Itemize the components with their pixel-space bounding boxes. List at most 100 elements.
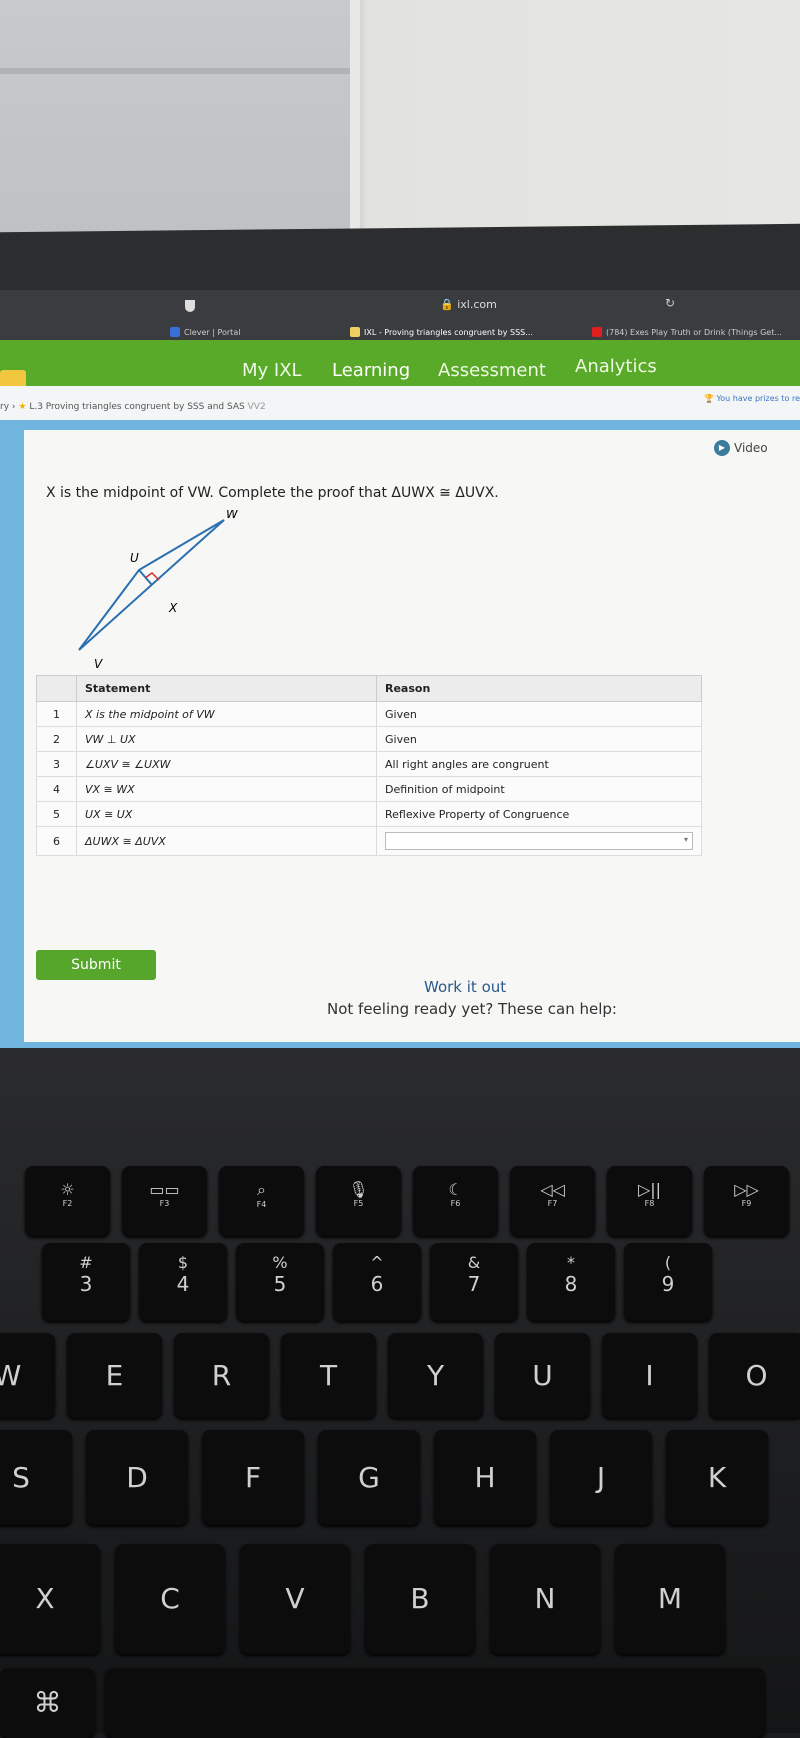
key-s[interactable]: S	[0, 1430, 72, 1525]
key-f4[interactable]: ⌕ F4	[219, 1166, 304, 1236]
clever-icon	[170, 327, 180, 337]
statement-text: VX ≅ WX	[85, 782, 135, 796]
statement-text: X is the midpoint of VW	[85, 707, 215, 721]
statement-text: ΔUWX ≅ ΔUVX	[85, 834, 166, 848]
key-letter: U	[532, 1359, 553, 1392]
fn-label: F7	[547, 1199, 558, 1208]
proof-row: 1 X is the midpoint of VW Given	[36, 701, 702, 727]
key-m[interactable]: M	[615, 1544, 725, 1654]
key-8[interactable]: * 8	[527, 1243, 615, 1321]
reason-cell: Reflexive Property of Congruence	[376, 801, 702, 827]
ixl-tab-icon	[350, 327, 360, 337]
key-number: 5	[273, 1272, 287, 1296]
video-button[interactable]: ▶ Video	[714, 440, 768, 456]
prizes-link[interactable]: 🏆 You have prizes to re	[704, 394, 800, 403]
key-k[interactable]: K	[666, 1430, 768, 1525]
key-f3[interactable]: ▭▭ F3	[122, 1166, 207, 1236]
header-statement: Statement	[76, 675, 377, 702]
key-4[interactable]: $4	[139, 1243, 227, 1321]
address-bar[interactable]: 🔒 ixl.com	[440, 298, 497, 311]
key-b[interactable]: B	[365, 1544, 475, 1654]
key-e[interactable]: E	[67, 1333, 162, 1418]
key-number: 3	[79, 1272, 93, 1296]
tab-clever[interactable]: Clever | Portal	[170, 322, 240, 342]
key-letter: D	[126, 1461, 148, 1494]
tab-youtube[interactable]: (784) Exes Play Truth or Drink (Things G…	[592, 322, 782, 342]
reload-icon[interactable]: ↻	[665, 296, 675, 310]
nav-analytics[interactable]: Analytics	[575, 356, 657, 377]
key-7[interactable]: & 7	[430, 1243, 518, 1321]
tab-label: Clever | Portal	[184, 327, 241, 337]
key-c[interactable]: C	[115, 1544, 225, 1654]
skill-name: L.3 Proving triangles congruent by SSS a…	[29, 402, 245, 412]
key-f[interactable]: F	[202, 1430, 304, 1525]
label-u: U	[130, 551, 139, 565]
nav-learning[interactable]: Learning	[332, 360, 410, 381]
key-space[interactable]	[105, 1668, 765, 1738]
key-symbol: &	[467, 1253, 481, 1272]
proof-row: 4 VX ≅ WX Definition of midpoint	[36, 776, 702, 802]
submit-button[interactable]: Submit	[36, 950, 156, 980]
key-u[interactable]: U	[495, 1333, 590, 1418]
background-wall	[0, 0, 800, 235]
tab-ixl[interactable]: IXL - Proving triangles congruent by SSS…	[350, 322, 533, 342]
nav-assessment[interactable]: Assessment	[438, 360, 546, 381]
key-j[interactable]: J	[550, 1430, 652, 1525]
key-letter: Y	[426, 1359, 445, 1392]
key-f8[interactable]: ▷|| F8	[607, 1166, 692, 1236]
statement-cell: ∠UXV ≅ ∠UXW	[76, 751, 377, 777]
command-icon: ⌘	[33, 1686, 62, 1719]
key-9[interactable]: (9	[624, 1243, 712, 1321]
key-f6[interactable]: ☾ F6	[413, 1166, 498, 1236]
key-number: 6	[370, 1272, 384, 1296]
step-number: 1	[36, 701, 77, 727]
key-o[interactable]: O	[709, 1333, 800, 1418]
reason-cell: ▾	[376, 826, 702, 856]
shield-icon[interactable]	[185, 300, 195, 312]
video-label: Video	[734, 441, 768, 455]
key-f2[interactable]: ☼ F2	[25, 1166, 110, 1236]
fn-label: F3	[159, 1199, 170, 1208]
statement-text: ∠UXV ≅ ∠UXW	[85, 757, 171, 771]
step-number: 4	[36, 776, 77, 802]
nav-my-ixl[interactable]: My IXL	[242, 360, 302, 381]
key-f7[interactable]: ◁◁ F7	[510, 1166, 595, 1236]
tab-label: IXL - Proving triangles congruent by SSS…	[364, 327, 533, 337]
key-5[interactable]: % 5	[236, 1243, 324, 1321]
key-y[interactable]: Y	[388, 1333, 483, 1418]
proof-row: 3 ∠UXV ≅ ∠UXW All right angles are congrue…	[36, 751, 702, 777]
reason-dropdown[interactable]: ▾	[385, 832, 693, 850]
key-letter: E	[105, 1359, 124, 1392]
statement-text: UX ≅ UX	[85, 807, 133, 821]
key-d[interactable]: D	[86, 1430, 188, 1525]
key-command[interactable]: ⌘	[0, 1668, 95, 1738]
key-6[interactable]: ^ 6	[333, 1243, 421, 1321]
key-x[interactable]: X	[0, 1544, 100, 1654]
key-w[interactable]: W	[0, 1333, 55, 1418]
label-w: W	[226, 510, 239, 521]
key-v[interactable]: V	[240, 1544, 350, 1654]
key-f9[interactable]: ▷▷ F9	[704, 1166, 789, 1236]
key-n[interactable]: N	[490, 1544, 600, 1654]
key-letter: M	[657, 1582, 683, 1615]
key-number: 8	[564, 1272, 578, 1296]
key-symbol: %	[272, 1253, 288, 1272]
key-i[interactable]: I	[602, 1333, 697, 1418]
key-t[interactable]: T	[281, 1333, 376, 1418]
key-letter: S	[12, 1461, 30, 1494]
key-h[interactable]: H	[434, 1430, 536, 1525]
prize-text: You have prizes to re	[716, 394, 800, 403]
proof-table: Statement Reason 1 X is the midpoint of VW…	[36, 675, 702, 856]
fn-label: F4	[256, 1200, 267, 1209]
statement-cell: X is the midpoint of VW	[76, 701, 377, 727]
reason-cell: All right angles are congruent	[376, 751, 702, 777]
reason-text: Given	[385, 707, 417, 721]
proof-row: 2 VW ⊥ UX Given	[36, 726, 702, 752]
label-v: V	[94, 657, 103, 670]
key-symbol: $	[177, 1253, 189, 1272]
key-3[interactable]: #3	[42, 1243, 130, 1321]
key-r[interactable]: R	[174, 1333, 269, 1418]
key-f5[interactable]: 🎙 F5	[316, 1166, 401, 1236]
breadcrumb-skill[interactable]: ry › ★ L.3 Proving triangles congruent b…	[0, 402, 266, 412]
key-g[interactable]: G	[318, 1430, 420, 1525]
